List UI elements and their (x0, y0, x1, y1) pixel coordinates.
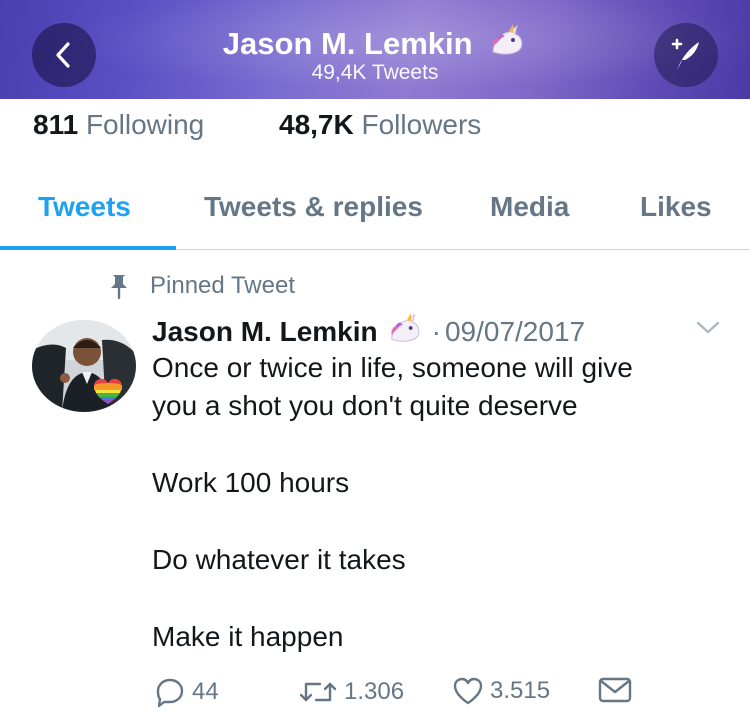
tweet-actions: 44 1.306 3.515 (0, 676, 750, 716)
retweet-icon (299, 682, 337, 702)
followers-label: Followers (361, 109, 482, 140)
tweet-author-name[interactable]: Jason M. Lemkin (152, 315, 378, 349)
following-count: 811 (33, 109, 79, 140)
avatar[interactable] (32, 320, 136, 412)
tweet-date[interactable]: 09/07/2017 (445, 315, 585, 349)
pinned-tweet-label: Pinned Tweet (108, 270, 295, 302)
tweet-header: Jason M. Lemkin · 09/07/2017 (152, 311, 585, 353)
following-label: Following (85, 109, 205, 140)
tab-media[interactable]: Media (490, 190, 569, 224)
tab-likes[interactable]: Likes (640, 190, 712, 224)
direct-message-button[interactable] (598, 676, 632, 704)
unicorn-icon (386, 311, 424, 353)
tweet-text-line: Once or twice in life, someone will give (152, 352, 633, 383)
tweet-text-line: Work 100 hours (152, 467, 350, 498)
tweet-text-line: you a shot you don't quite deserve (152, 390, 578, 421)
reply-count: 44 (192, 678, 219, 705)
separator-dot: · (431, 316, 441, 347)
tab-tweets-and-replies[interactable]: Tweets & replies (204, 190, 423, 224)
compose-tweet-icon (671, 38, 699, 70)
retweet-count: 1.306 (344, 678, 405, 705)
tweet-count: 49,4K Tweets (311, 61, 439, 84)
like-count: 3.515 (490, 677, 551, 704)
following-stat[interactable]: 811 Following (33, 108, 204, 142)
compose-tweet-button[interactable] (654, 23, 718, 87)
active-tab-indicator (0, 246, 176, 250)
profile-stats: 811 Following 48,7K Followers (33, 108, 481, 142)
envelope-icon (598, 677, 632, 703)
reply-button[interactable]: 44 (154, 676, 219, 708)
tweet-menu-button[interactable] (694, 318, 722, 343)
heart-icon (453, 677, 483, 705)
profile-tabs: Tweets Tweets & replies Media Likes (0, 168, 750, 250)
chevron-down-icon (696, 321, 720, 334)
reply-icon (156, 678, 184, 708)
followers-count: 48,7K (279, 109, 354, 140)
pin-icon (111, 275, 127, 299)
pinned-text: Pinned Tweet (150, 272, 295, 299)
tweet-text-line: Do whatever it takes (152, 544, 406, 575)
tab-tweets[interactable]: Tweets (38, 190, 131, 224)
tweet-text-line: Make it happen (152, 621, 344, 652)
header-name: Jason M. Lemkin (222, 26, 473, 61)
like-button[interactable]: 3.515 (452, 676, 550, 706)
profile-header-banner: Jason M. Lemkin 49,4K Tweets (0, 0, 750, 99)
retweet-button[interactable]: 1.306 (298, 676, 404, 708)
followers-stat[interactable]: 48,7K Followers (279, 108, 481, 142)
